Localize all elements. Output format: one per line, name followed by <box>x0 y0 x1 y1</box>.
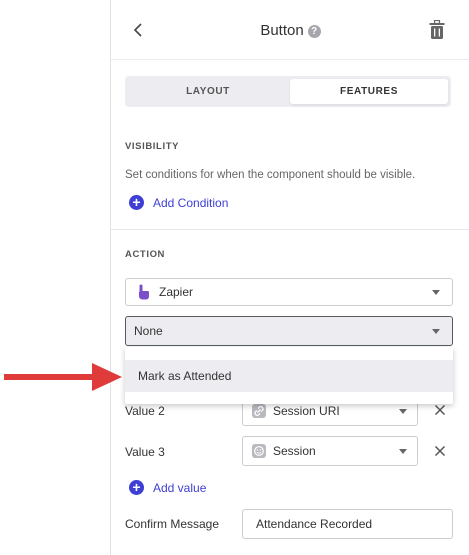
chevron-down-icon <box>399 449 407 454</box>
session-icon <box>252 444 266 458</box>
value-3-label: Value 3 <box>125 445 165 459</box>
add-value-label: Add value <box>153 480 207 495</box>
link-icon <box>252 404 266 418</box>
visibility-section-title: VISIBILITY <box>125 141 180 152</box>
chevron-down-icon <box>399 409 407 414</box>
chevron-down-icon <box>432 290 440 295</box>
visibility-description: Set conditions for when the component sh… <box>125 169 416 181</box>
integration-select[interactable]: Zapier <box>125 278 453 306</box>
red-arrow-annotation-icon <box>4 363 122 391</box>
section-divider <box>111 229 469 230</box>
app-root: { "header": { "title": "Button", "help_g… <box>0 0 469 555</box>
value-2-value: Session URI <box>273 404 340 418</box>
add-condition-label: Add Condition <box>153 195 229 210</box>
action-section-title: ACTION <box>125 249 166 260</box>
page-title-row: Button? <box>111 22 469 39</box>
tab-layout[interactable]: LAYOUT <box>128 79 288 104</box>
properties-panel: Button? LAYOUT FEATURES VISIBILITY Set c… <box>110 0 469 555</box>
value-3-value: Session <box>273 444 316 458</box>
action-dropdown-menu: Mark as Attended <box>125 347 453 404</box>
delete-button[interactable] <box>429 19 445 40</box>
tab-bar: LAYOUT FEATURES <box>125 76 451 107</box>
chevron-down-icon <box>432 329 440 334</box>
confirm-message-label: Confirm Message <box>125 517 220 531</box>
action-select[interactable]: None <box>125 316 453 346</box>
integration-value: Zapier <box>159 285 194 299</box>
add-value-button[interactable]: + Add value <box>129 480 206 495</box>
close-icon <box>434 445 446 457</box>
close-icon <box>434 404 446 416</box>
add-condition-button[interactable]: + Add Condition <box>129 195 228 210</box>
value-2-label: Value 2 <box>125 404 165 418</box>
remove-value-3-button[interactable] <box>434 444 446 460</box>
trash-icon <box>429 19 445 39</box>
confirm-message-input[interactable]: Attendance Recorded <box>242 509 453 539</box>
tab-features[interactable]: FEATURES <box>290 79 448 104</box>
plus-circle-icon: + <box>129 480 144 495</box>
header-divider <box>111 59 469 60</box>
zapier-hand-icon <box>139 284 149 300</box>
page-title: Button <box>260 22 304 39</box>
value-3-select[interactable]: Session <box>242 436 418 466</box>
action-value: None <box>134 324 163 338</box>
help-icon[interactable]: ? <box>307 25 321 38</box>
dropdown-option-mark-as-attended[interactable]: Mark as Attended <box>125 360 453 392</box>
remove-value-2-button[interactable] <box>434 403 446 419</box>
confirm-message-value: Attendance Recorded <box>256 517 373 531</box>
plus-circle-icon: + <box>129 195 144 210</box>
